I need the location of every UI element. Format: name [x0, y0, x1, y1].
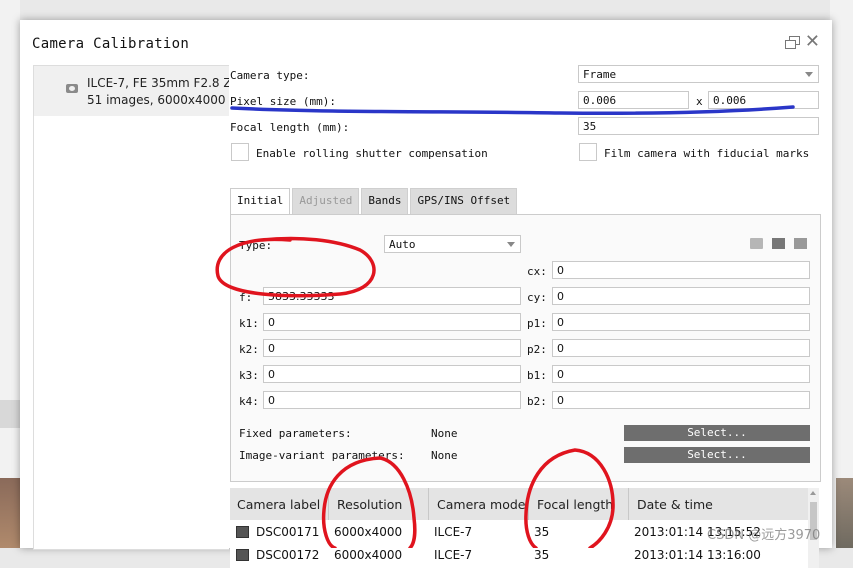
- cell-camera-label: DSC00172: [256, 548, 320, 562]
- param-label-k4: k4:: [239, 395, 259, 408]
- table-header: Camera label Resolution Camera model Foc…: [230, 488, 808, 520]
- image-variant-parameters-value: None: [431, 449, 458, 462]
- param-label-f: f:: [239, 291, 253, 304]
- column-header-resolution[interactable]: Resolution: [337, 497, 402, 512]
- param-input-b1[interactable]: 0: [552, 365, 810, 383]
- column-header-camera-model[interactable]: Camera model: [437, 497, 529, 512]
- param-input-k2[interactable]: 0: [263, 339, 521, 357]
- camera-type-value: Frame: [583, 68, 617, 81]
- film-camera-checkbox[interactable]: [579, 143, 597, 161]
- camera-icon: [66, 84, 78, 93]
- param-input-p1[interactable]: 0: [552, 313, 810, 331]
- pixel-size-separator: x: [696, 95, 703, 108]
- param-label-k2: k2:: [239, 343, 259, 356]
- background-window-left: [0, 0, 20, 548]
- cell-camera-model: ILCE-7: [434, 525, 473, 539]
- type-label: Type:: [239, 239, 273, 252]
- param-label-b1: b1:: [527, 369, 547, 382]
- pixel-size-x-input[interactable]: 0.006: [578, 91, 689, 109]
- param-label-cy: cy:: [527, 291, 547, 304]
- calibration-settings-panel: Camera type: Frame Pixel size (mm): 0.00…: [228, 60, 821, 568]
- camera-calibration-dialog: Camera Calibration ✕ ILCE-7, FE 35mm F2.…: [20, 20, 832, 568]
- tab-bands[interactable]: Bands: [361, 188, 409, 214]
- image-variant-parameters-label: Image-variant parameters:: [239, 449, 405, 462]
- param-label-p2: p2:: [527, 343, 547, 356]
- param-label-cx: cx:: [527, 265, 547, 278]
- cell-camera-model: ILCE-7: [434, 548, 473, 562]
- background-toolbar-strip: [0, 400, 20, 428]
- param-input-f[interactable]: 5833.33333: [263, 287, 521, 305]
- param-input-cx[interactable]: 0: [552, 261, 810, 279]
- save-icon[interactable]: [772, 238, 785, 249]
- image-thumbnail-icon: [236, 549, 249, 561]
- camera-group-item[interactable]: ILCE-7, FE 35mm F2.8 ZA 51 images, 6000x…: [34, 66, 229, 116]
- type-select[interactable]: Auto: [384, 235, 521, 253]
- param-input-k1[interactable]: 0: [263, 313, 521, 331]
- tab-initial[interactable]: Initial: [230, 188, 291, 214]
- param-input-b2[interactable]: 0: [552, 391, 810, 409]
- column-divider: [628, 488, 629, 520]
- camera-type-label: Camera type:: [230, 69, 310, 82]
- column-divider: [328, 488, 329, 520]
- column-divider: [528, 488, 529, 520]
- camera-group-list: ILCE-7, FE 35mm F2.8 ZA 51 images, 6000x…: [33, 65, 229, 550]
- cell-focal-length: 35: [534, 525, 550, 539]
- camera-group-name: ILCE-7, FE 35mm F2.8 ZA: [87, 76, 229, 90]
- pixel-size-label: Pixel size (mm):: [230, 95, 336, 108]
- image-variant-parameters-select-button[interactable]: Select...: [624, 447, 810, 463]
- background-thumbnail-right: [836, 478, 853, 548]
- film-camera-label: Film camera with fiducial marks: [604, 147, 810, 160]
- calibration-tabs: Initial Adjusted Bands GPS/INS Offset: [230, 188, 518, 214]
- background-window-right: [830, 0, 853, 548]
- scroll-up-arrow-icon[interactable]: [810, 491, 816, 495]
- dialog-title: Camera Calibration: [32, 36, 190, 52]
- tab-gps-ins-offset[interactable]: GPS/INS Offset: [410, 188, 518, 214]
- title-bar-controls: ✕: [784, 33, 820, 51]
- column-divider: [428, 488, 429, 520]
- close-icon[interactable]: ✕: [805, 33, 820, 51]
- param-label-p1: p1:: [527, 317, 547, 330]
- param-input-p2[interactable]: 0: [552, 339, 810, 357]
- param-label-k1: k1:: [239, 317, 259, 330]
- fixed-parameters-label: Fixed parameters:: [239, 427, 352, 440]
- param-input-k3[interactable]: 0: [263, 365, 521, 383]
- cell-camera-label: DSC00171: [256, 525, 320, 539]
- background-thumbnail-left: [0, 478, 20, 548]
- chevron-down-icon: [805, 72, 813, 77]
- param-input-k4[interactable]: 0: [263, 391, 521, 409]
- camera-type-select[interactable]: Frame: [578, 65, 819, 83]
- calculator-icon[interactable]: [794, 238, 807, 249]
- column-header-focal-length[interactable]: Focal length: [537, 497, 613, 512]
- type-value: Auto: [389, 238, 416, 251]
- restore-icon[interactable]: [784, 36, 800, 49]
- fixed-parameters-select-button[interactable]: Select...: [624, 425, 810, 441]
- camera-group-summary: 51 images, 6000x4000 p: [87, 93, 229, 107]
- cell-focal-length: 35: [534, 548, 550, 562]
- tab-adjusted[interactable]: Adjusted: [292, 188, 360, 214]
- cell-date-time: 2013:01:14 13:16:00: [634, 548, 761, 562]
- rolling-shutter-checkbox[interactable]: [231, 143, 249, 161]
- pixel-size-y-input[interactable]: 0.006: [708, 91, 819, 109]
- fixed-parameters-value: None: [431, 427, 458, 440]
- image-thumbnail-icon: [236, 526, 249, 538]
- param-input-cy[interactable]: 0: [552, 287, 810, 305]
- watermark: CSDN @远方3970: [707, 528, 821, 543]
- focal-length-label: Focal length (mm):: [230, 121, 350, 134]
- rolling-shutter-label: Enable rolling shutter compensation: [256, 147, 488, 160]
- column-header-camera-label[interactable]: Camera label: [237, 497, 320, 512]
- param-label-b2: b2:: [527, 395, 547, 408]
- param-label-k3: k3:: [239, 369, 259, 382]
- chevron-down-icon: [507, 242, 515, 247]
- cell-resolution: 6000x4000: [334, 548, 403, 562]
- folder-icon[interactable]: [750, 238, 763, 249]
- initial-tab-panel: Type: Auto cx: 0 f: 5833.33333 cy: 0 k1:…: [230, 214, 821, 482]
- cell-resolution: 6000x4000: [334, 525, 403, 539]
- focal-length-input[interactable]: 35: [578, 117, 819, 135]
- column-header-date-time[interactable]: Date & time: [637, 497, 713, 512]
